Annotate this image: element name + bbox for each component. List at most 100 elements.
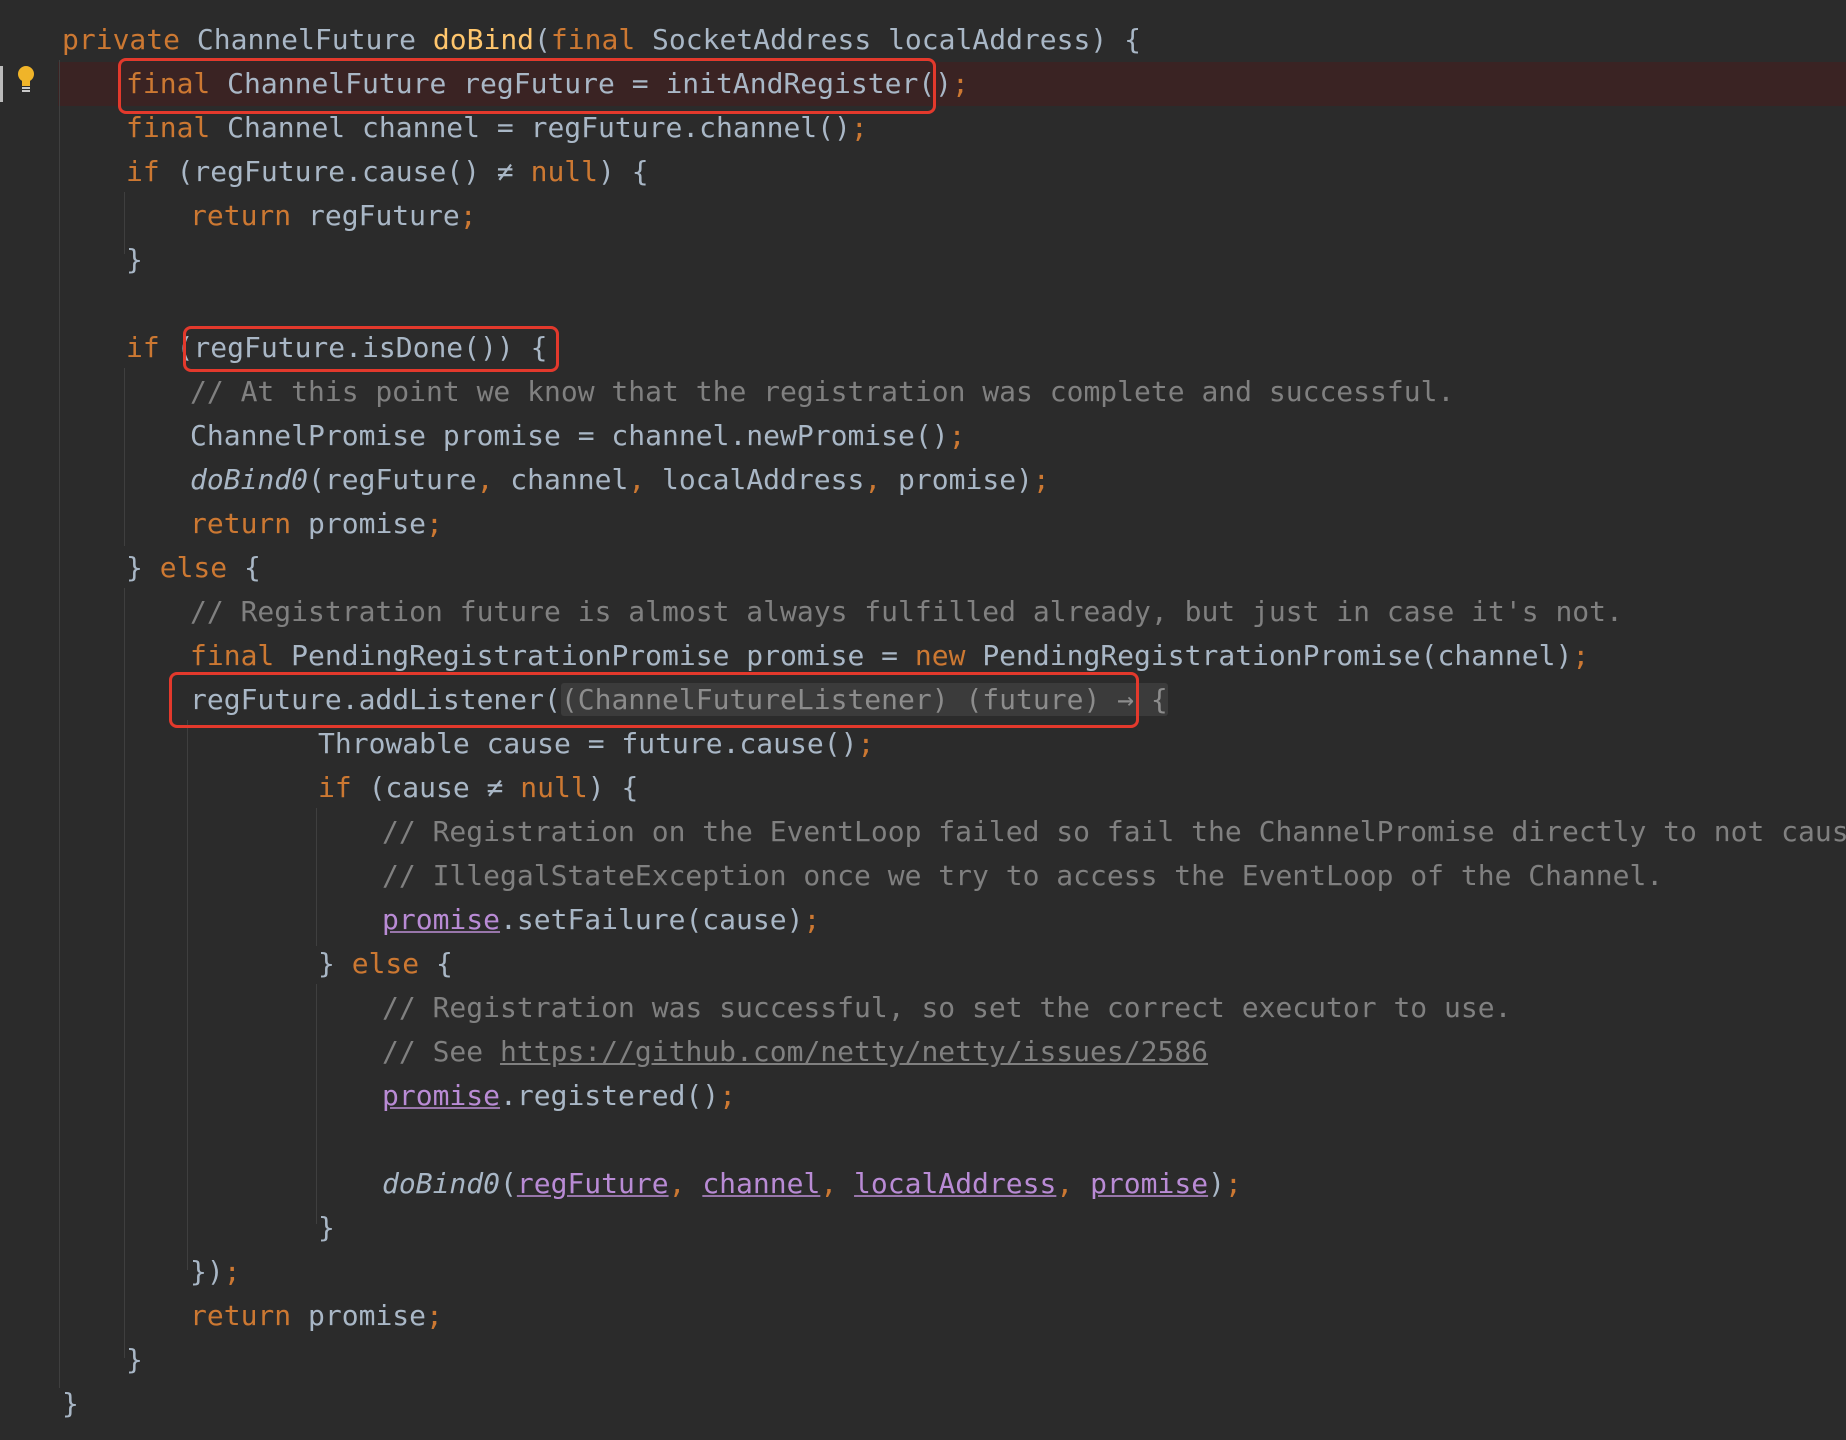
annotation-box-is-done (183, 326, 559, 372)
method-name: doBind (432, 23, 535, 56)
comment: // At this point we know that the regist… (190, 375, 1455, 408)
code-text: ) { (598, 155, 649, 188)
code-line-24[interactable]: promise.registered(); (0, 1074, 736, 1118)
keyword: final (550, 23, 636, 56)
variable-reference[interactable]: promise (1090, 1167, 1208, 1200)
code-text: regFuture (291, 199, 460, 232)
code-line-13[interactable]: // Registration future is almost always … (0, 590, 1623, 634)
code-line-4[interactable]: if (regFuture.cause() ≠ null) { (0, 150, 649, 194)
code-line-10[interactable]: doBind0(regFuture, channel, localAddress… (0, 458, 1050, 502)
code-text: .setFailure(cause) (500, 903, 804, 936)
semicolon: ; (952, 67, 969, 100)
keyword: null (530, 155, 599, 188)
code-text: } (62, 1387, 79, 1420)
code-text: SocketAddress localAddress) { (635, 23, 1141, 56)
code-text: Throwable cause = future.cause() (318, 727, 858, 760)
comma: , (476, 463, 494, 496)
variable-reference[interactable]: promise (382, 1079, 500, 1112)
variable-reference[interactable]: regFuture (517, 1167, 669, 1200)
code-text: .registered() (500, 1079, 720, 1112)
code-line-8[interactable]: // At this point we know that the regist… (0, 370, 1454, 414)
annotation-box-init-and-register (118, 58, 936, 114)
comment: // See (382, 1035, 501, 1068)
keyword: final (126, 111, 211, 144)
code-line-23[interactable]: // See https://github.com/netty/netty/is… (0, 1030, 1208, 1074)
code-line-1[interactable]: private ChannelFuture doBind(final Socke… (0, 18, 1141, 62)
code-line-7[interactable]: if (regFuture.isDone()) { (0, 326, 547, 370)
code-text: }) (190, 1255, 224, 1288)
code-text: ChannelFuture (180, 23, 433, 56)
code-line-18[interactable]: // Registration on the EventLoop failed … (0, 810, 1846, 854)
comment: // Registration was successful, so set t… (382, 991, 1512, 1024)
code-text: (regFuture (308, 463, 477, 496)
indent-guide (316, 808, 317, 946)
indent-guide (316, 984, 317, 1224)
comment: // IllegalStateException once we try to … (382, 859, 1664, 892)
code-text: ( (500, 1167, 517, 1200)
comma: , (668, 1167, 686, 1200)
code-line-3[interactable]: final Channel channel = regFuture.channe… (0, 106, 868, 150)
code-text: Channel channel = regFuture.channel() (210, 111, 851, 144)
code-line-20[interactable]: promise.setFailure(cause); (0, 898, 820, 942)
code-text: } (318, 1211, 335, 1244)
annotation-box-add-listener (169, 672, 1139, 728)
code-text: ) { (587, 771, 639, 804)
code-text: } (126, 243, 143, 276)
code-line-9[interactable]: ChannelPromise promise = channel.newProm… (0, 414, 965, 458)
semicolon: ; (426, 507, 443, 540)
variable-reference[interactable]: channel (702, 1167, 820, 1200)
keyword: final (190, 639, 275, 672)
indent-guide (124, 368, 125, 546)
code-line-25[interactable]: doBind0(regFuture, channel, localAddress… (0, 1162, 1242, 1206)
semicolon: ; (426, 1299, 443, 1332)
code-text: (regFuture.cause() ≠ (159, 155, 531, 188)
keyword: null (520, 771, 588, 804)
code-line-6[interactable]: } (0, 238, 143, 282)
semicolon: ; (803, 903, 821, 936)
code-line-17[interactable]: if (cause ≠ null) { (0, 766, 638, 810)
code-text: ) (1208, 1167, 1225, 1200)
code-line-16[interactable]: Throwable cause = future.cause(); (0, 722, 874, 766)
keyword: new (914, 639, 966, 672)
code-line-12[interactable]: } else { (0, 546, 261, 590)
code-line-11[interactable]: return promise; (0, 502, 443, 546)
code-line-21[interactable]: } else { (0, 942, 453, 986)
keyword: else (351, 947, 420, 980)
code-text: promise (291, 507, 427, 540)
semicolon: ; (857, 727, 875, 760)
issue-link[interactable]: https://github.com/netty/netty/issues/25… (500, 1035, 1208, 1068)
code-line-2[interactable]: final ChannelFuture regFuture = initAndR… (0, 62, 969, 106)
code-text: PendingRegistrationPromise promise = (274, 639, 915, 672)
semicolon: ; (1224, 1167, 1242, 1200)
code-line-27[interactable]: }); (0, 1250, 241, 1294)
code-line-5[interactable]: return regFuture; (0, 194, 477, 238)
comma: , (1056, 1167, 1074, 1200)
semicolon: ; (1572, 639, 1590, 672)
indent-guide (124, 588, 125, 1358)
code-line-14[interactable]: final PendingRegistrationPromise promise… (0, 634, 1589, 678)
code-text: ChannelPromise promise = channel.newProm… (190, 419, 949, 452)
code-text: { (227, 551, 261, 584)
code-line-22[interactable]: // Registration was successful, so set t… (0, 986, 1511, 1030)
code-text: } (126, 1343, 143, 1376)
code-line-19[interactable]: // IllegalStateException once we try to … (0, 854, 1663, 898)
code-line-15[interactable]: regFuture.addListener((ChannelFutureList… (0, 678, 1168, 722)
variable-reference[interactable]: promise (382, 903, 500, 936)
static-method-call: doBind0 (190, 463, 309, 496)
code-text: { (419, 947, 453, 980)
code-line-26[interactable]: } (0, 1206, 335, 1250)
code-line-29[interactable]: } (0, 1338, 143, 1382)
code-line-30[interactable]: } (0, 1382, 79, 1426)
semicolon: ; (223, 1255, 241, 1288)
comment: // Registration on the EventLoop failed … (382, 815, 1846, 848)
variable-reference[interactable]: localAddress (854, 1167, 1056, 1200)
code-text: } (318, 947, 352, 980)
keyword: return (190, 199, 292, 232)
code-line-28[interactable]: return promise; (0, 1294, 443, 1338)
code-editor[interactable]: private ChannelFuture doBind(final Socke… (0, 0, 1846, 1440)
comment: // Registration future is almost always … (190, 595, 1623, 628)
code-text: ( (534, 23, 551, 56)
keyword: else (159, 551, 228, 584)
indent-guide (124, 192, 125, 254)
keyword: private (62, 23, 181, 56)
